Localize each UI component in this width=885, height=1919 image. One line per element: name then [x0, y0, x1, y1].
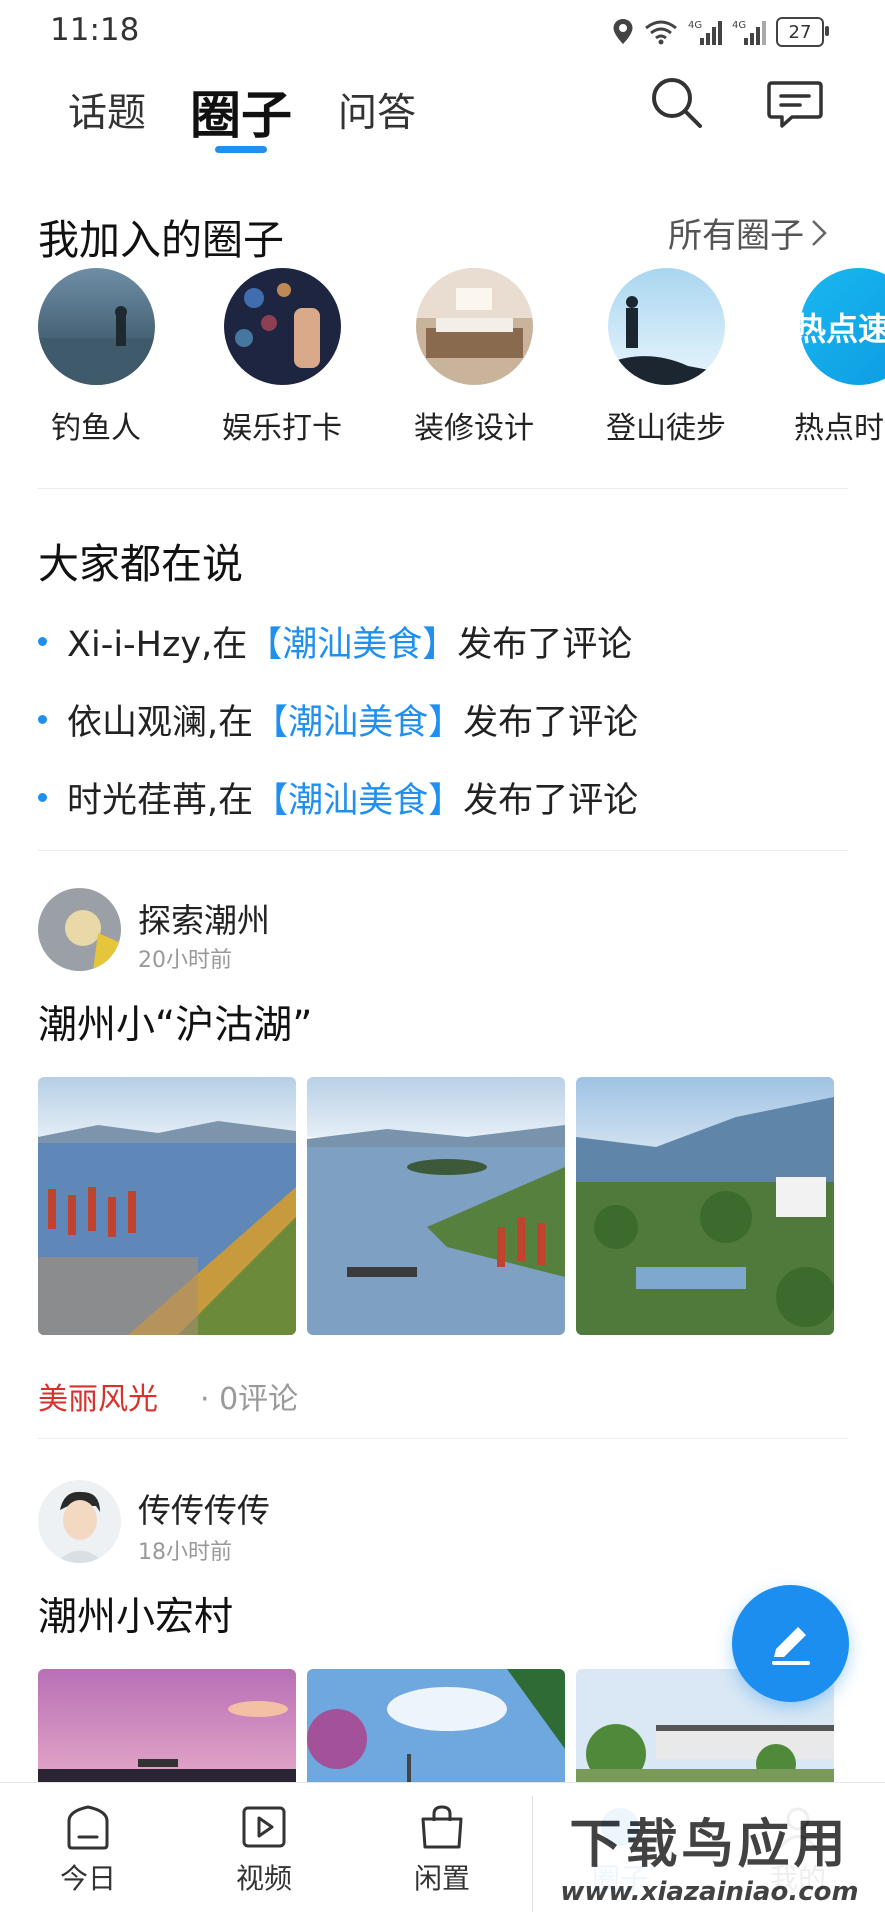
nav-today[interactable]: 今日 [28, 1803, 148, 1897]
nav-label: 视频 [235, 1862, 292, 1895]
circle-label: 热点时 [794, 411, 884, 446]
circle-item-hiking[interactable]: 登山徒步 [586, 268, 746, 447]
section-divider [38, 488, 848, 489]
talk-row[interactable]: 依山观澜,在 【潮汕美食】 发布了评论 [38, 694, 638, 745]
talk-circle-link[interactable]: 【潮汕美食】 [253, 772, 463, 823]
bullet-dot [38, 715, 47, 724]
compose-button[interactable] [732, 1585, 849, 1702]
circle-item-hot[interactable]: 热点速 热点时 [782, 268, 885, 447]
talk-action: 发布了评论 [463, 703, 639, 743]
pencil-icon [771, 1626, 810, 1665]
post-author[interactable]: 探索潮州 [138, 894, 270, 942]
tab-qa[interactable]: 问答 [338, 82, 416, 138]
nav-label: 今日 [59, 1862, 116, 1895]
svg-text:4G: 4G [688, 20, 702, 31]
status-time: 11:18 [50, 12, 140, 48]
post-author[interactable]: 传传传传 [138, 1484, 270, 1532]
section-divider [38, 1438, 848, 1439]
talk-user: 时光荏苒,在 [67, 781, 254, 821]
tab-topics[interactable]: 话题 [68, 82, 146, 138]
circle-avatar-decoration [415, 268, 533, 385]
post-photo[interactable] [38, 1077, 296, 1335]
search-button[interactable] [648, 74, 704, 130]
nav-label: 闲置 [413, 1862, 470, 1895]
battery-indicator: 27 [776, 17, 829, 47]
post-tag[interactable]: 美丽风光 [38, 1374, 158, 1418]
signal-icon: 4G [688, 20, 722, 45]
post-title[interactable]: 潮州小宏村 [38, 1586, 233, 1642]
avatar[interactable] [38, 888, 121, 971]
nav-idle[interactable]: 闲置 [382, 1803, 502, 1897]
talk-user: Xi-i-Hzy,在 [67, 625, 248, 665]
talk-row[interactable]: Xi-i-Hzy,在 【潮汕美食】 发布了评论 [38, 616, 632, 667]
circle-avatar-fishing [37, 268, 155, 385]
watermark-title: 下载鸟应用 [569, 1814, 850, 1875]
message-button[interactable] [766, 80, 824, 130]
hot-avatar-text: 热点速 [800, 309, 885, 348]
talk-row[interactable]: 时光荏苒,在 【潮汕美食】 发布了评论 [38, 772, 638, 823]
status-icons: 4G 4G 27 [612, 14, 829, 50]
circle-label: 娱乐打卡 [222, 411, 342, 446]
talk-user: 依山观澜,在 [67, 703, 254, 743]
circle-label: 登山徒步 [606, 411, 726, 446]
signal-icon-2: 4G [732, 20, 766, 45]
circle-label: 装修设计 [414, 411, 534, 446]
bullet-dot [38, 793, 47, 802]
circle-avatar-hot: 热点速 [800, 268, 885, 385]
bag-icon [421, 1805, 463, 1849]
post-time: 18小时前 [138, 1540, 232, 1565]
wifi-icon [645, 20, 677, 45]
post-photo[interactable] [38, 1669, 296, 1782]
all-circles-label: 所有圈子 [668, 216, 804, 256]
nav-video[interactable]: 视频 [204, 1803, 324, 1897]
circle-item-decoration[interactable]: 装修设计 [394, 268, 554, 447]
post-comments[interactable]: · 0评论 [200, 1374, 298, 1418]
watermark: 下载鸟应用 www.xiazainiao.com [532, 1796, 885, 1912]
avatar[interactable] [38, 1480, 121, 1563]
circle-label: 钓鱼人 [51, 411, 141, 446]
location-icon [613, 19, 633, 44]
tab-circle[interactable]: 圈子 [190, 74, 292, 148]
talk-action: 发布了评论 [463, 781, 639, 821]
talk-circle-link[interactable]: 【潮汕美食】 [247, 616, 457, 667]
circle-item-entertainment[interactable]: 娱乐打卡 [202, 268, 362, 447]
svg-text:4G: 4G [732, 20, 746, 31]
post-title[interactable]: 潮州小“沪沽湖” [38, 994, 312, 1050]
section-divider [38, 850, 848, 851]
home-icon [67, 1805, 109, 1850]
chevron-right-icon [812, 219, 827, 246]
battery-level: 27 [788, 21, 812, 43]
active-tab-indicator [215, 146, 267, 153]
post-photo[interactable] [307, 1669, 565, 1782]
all-circles-link[interactable]: 所有圈子 [668, 208, 828, 257]
post-photo[interactable] [576, 1077, 834, 1335]
watermark-url: www.xiazainiao.com [560, 1876, 859, 1907]
talk-circle-link[interactable]: 【潮汕美食】 [253, 694, 463, 745]
post-time: 20小时前 [138, 948, 232, 973]
circle-avatar-entertainment [223, 268, 341, 385]
message-icon [767, 81, 823, 128]
circle-avatar-hiking [607, 268, 725, 385]
circle-item-fishing[interactable]: 钓鱼人 [16, 268, 176, 447]
video-icon [242, 1806, 286, 1848]
talk-section-title: 大家都在说 [38, 540, 243, 588]
talk-action: 发布了评论 [457, 625, 633, 665]
post-photo[interactable] [307, 1077, 565, 1335]
search-icon [652, 78, 702, 128]
joined-circles-title: 我加入的圈子 [38, 216, 284, 264]
bullet-dot [38, 637, 47, 646]
